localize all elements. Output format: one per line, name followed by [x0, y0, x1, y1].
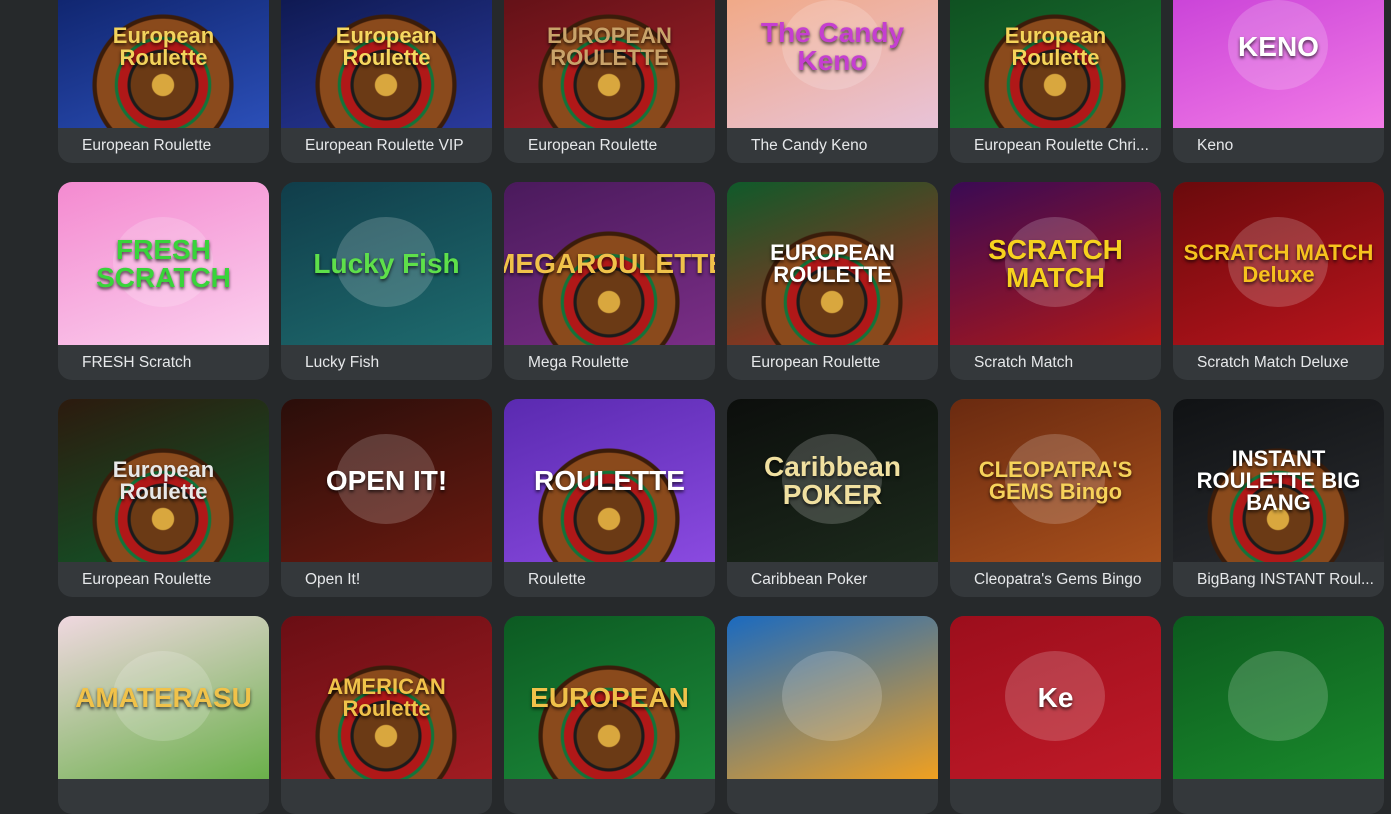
game-art-title: Lucky Fish — [313, 247, 460, 279]
game-card[interactable]: European Roulette European Roulette — [58, 399, 269, 597]
game-card[interactable]: SCRATCH MATCH Scratch Match — [950, 182, 1161, 380]
game-card[interactable]: EUROPEAN ROULETTE European Roulette — [504, 0, 715, 163]
game-card[interactable]: European Roulette European Roulette — [58, 0, 269, 163]
game-card[interactable]: AMERICAN Roulette — [281, 616, 492, 814]
game-thumbnail[interactable]: European Roulette — [950, 0, 1161, 128]
game-title: Scratch Match — [974, 354, 1074, 371]
game-thumbnail[interactable]: KENO — [1173, 0, 1384, 128]
game-card[interactable]: FRESH SCRATCH FRESH Scratch — [58, 182, 269, 380]
game-art-title: INSTANT ROULETTE BIG BANG — [1196, 445, 1361, 515]
game-card[interactable]: OPEN IT! Open It! — [281, 399, 492, 597]
game-card[interactable]: CLEOPATRA'S GEMS Bingo Cleopatra's Gems B… — [950, 399, 1161, 597]
game-title: The Candy Keno — [751, 137, 868, 154]
game-card[interactable] — [727, 616, 938, 814]
game-title: Cleopatra's Gems Bingo — [974, 571, 1142, 588]
game-art-title: EUROPEAN ROULETTE — [547, 22, 672, 70]
game-card[interactable]: EUROPEAN — [504, 616, 715, 814]
game-thumbnail[interactable]: AMERICAN Roulette — [281, 616, 492, 779]
game-card[interactable]: INSTANT ROULETTE BIG BANG BigBang INSTANT… — [1173, 399, 1384, 597]
game-thumbnail[interactable]: SCRATCH MATCH — [950, 182, 1161, 345]
game-title: Caribbean Poker — [751, 571, 868, 588]
game-card[interactable]: EUROPEAN ROULETTE European Roulette — [727, 182, 938, 380]
game-title — [1173, 779, 1384, 814]
dice-icon — [1173, 0, 1384, 128]
game-art-title: ROULETTE — [534, 464, 685, 496]
game-thumbnail[interactable]: FRESH SCRATCH — [58, 182, 269, 345]
game-art-title: OPEN IT! — [325, 464, 448, 496]
game-art-title: CLEOPATRA'S GEMS Bingo — [978, 456, 1133, 504]
game-card[interactable]: European Roulette European Roulette Chri.… — [950, 0, 1161, 163]
game-card[interactable]: SCRATCH MATCH Deluxe Scratch Match Deluxe — [1173, 182, 1384, 380]
game-card[interactable] — [1173, 616, 1384, 814]
game-art-title: AMATERASU — [75, 681, 252, 713]
game-card[interactable]: KENO Keno — [1173, 0, 1384, 163]
game-thumbnail[interactable]: Caribbean POKER — [727, 399, 938, 562]
game-title — [58, 779, 269, 814]
game-title: European Roulette — [82, 137, 212, 154]
game-thumbnail[interactable]: Ke — [950, 616, 1161, 779]
game-title — [950, 779, 1161, 814]
game-art-title: FRESH SCRATCH — [96, 233, 231, 293]
game-art-title: EUROPEAN — [530, 681, 689, 713]
game-title: Roulette — [528, 571, 586, 588]
game-thumbnail[interactable]: Lucky Fish — [281, 182, 492, 345]
game-card[interactable]: Lucky Fish Lucky Fish — [281, 182, 492, 380]
game-card[interactable]: The Candy Keno The Candy Keno — [727, 0, 938, 163]
game-title: European Roulette — [528, 137, 658, 154]
game-thumbnail[interactable]: EUROPEAN ROULETTE — [504, 0, 715, 128]
game-thumbnail[interactable]: European Roulette — [281, 0, 492, 128]
game-title: Lucky Fish — [305, 354, 380, 371]
game-thumbnail[interactable]: INSTANT ROULETTE BIG BANG — [1173, 399, 1384, 562]
game-card[interactable]: European Roulette European Roulette VIP — [281, 0, 492, 163]
game-art-title: European Roulette — [112, 22, 215, 70]
game-title: European Roulette Chri... — [974, 137, 1149, 154]
game-title: FRESH Scratch — [82, 354, 192, 371]
game-thumbnail[interactable]: CLEOPATRA'S GEMS Bingo — [950, 399, 1161, 562]
game-art-title: The Candy Keno — [760, 16, 905, 76]
game-art-title: KENO — [1238, 30, 1319, 62]
game-card[interactable]: ROULETTE Roulette — [504, 399, 715, 597]
game-thumbnail[interactable]: ROULETTE — [504, 399, 715, 562]
game-art-title: EUROPEAN ROULETTE — [770, 239, 895, 287]
game-thumbnail[interactable]: AMATERASU — [58, 616, 269, 779]
game-thumbnail[interactable]: EUROPEAN — [504, 616, 715, 779]
game-art-title: MEGAROULETTE — [504, 247, 715, 279]
game-title: European Roulette — [82, 571, 212, 588]
game-title: Scratch Match Deluxe — [1197, 354, 1349, 371]
game-card[interactable]: Caribbean POKER Caribbean Poker — [727, 399, 938, 597]
game-title — [727, 779, 938, 814]
game-art-title: AMERICAN Roulette — [327, 673, 446, 721]
game-title: Keno — [1197, 137, 1234, 154]
game-thumbnail[interactable] — [1173, 616, 1384, 779]
game-art-title: European Roulette — [335, 22, 438, 70]
game-art-title: SCRATCH MATCH Deluxe — [1183, 239, 1374, 287]
dragon-icon — [727, 616, 938, 779]
game-thumbnail[interactable]: OPEN IT! — [281, 399, 492, 562]
palm-tree-icon — [1173, 616, 1384, 779]
game-thumbnail[interactable]: European Roulette — [58, 0, 269, 128]
game-art-title: SCRATCH MATCH — [988, 233, 1123, 293]
game-thumbnail[interactable]: EUROPEAN ROULETTE — [727, 182, 938, 345]
game-card[interactable]: AMATERASU — [58, 616, 269, 814]
game-title: European Roulette — [751, 354, 881, 371]
game-art-title: European Roulette — [1004, 22, 1107, 70]
game-thumbnail[interactable]: The Candy Keno — [727, 0, 938, 128]
game-title — [504, 779, 715, 814]
game-art-title: Ke — [1037, 681, 1074, 713]
game-thumbnail[interactable]: MEGAROULETTE — [504, 182, 715, 345]
game-art-title: Caribbean POKER — [764, 450, 901, 510]
game-title — [281, 779, 492, 814]
game-grid: European Roulette European Roulette Europe… — [0, 0, 1391, 814]
game-title: Open It! — [305, 571, 361, 588]
game-card[interactable]: Ke — [950, 616, 1161, 814]
game-title: BigBang INSTANT Roul... — [1197, 571, 1374, 588]
game-thumbnail[interactable] — [727, 616, 938, 779]
game-art-title: European Roulette — [112, 456, 215, 504]
game-thumbnail[interactable]: SCRATCH MATCH Deluxe — [1173, 182, 1384, 345]
game-title: Mega Roulette — [528, 354, 629, 371]
game-card[interactable]: MEGAROULETTE Mega Roulette — [504, 182, 715, 380]
game-title: European Roulette VIP — [305, 137, 464, 154]
game-thumbnail[interactable]: European Roulette — [58, 399, 269, 562]
